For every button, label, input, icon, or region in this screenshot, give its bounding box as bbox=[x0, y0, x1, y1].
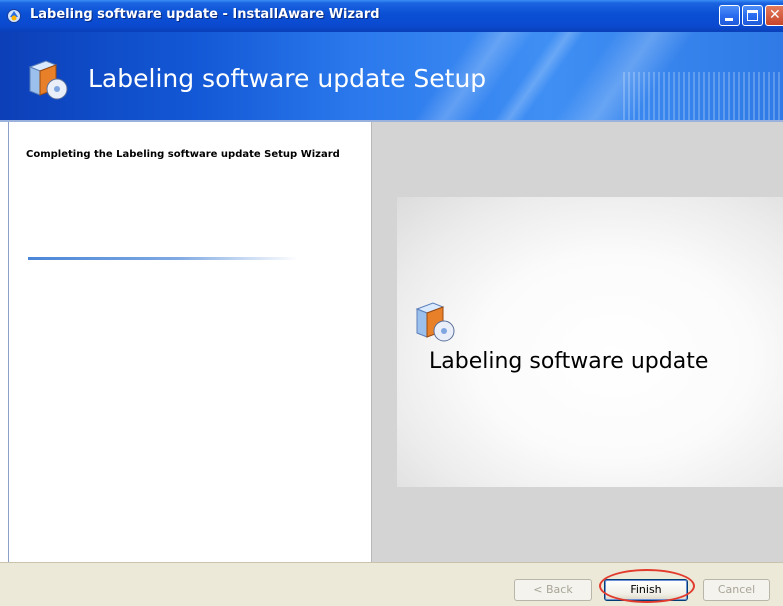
left-panel: Completing the Labeling software update … bbox=[8, 122, 372, 562]
close-button[interactable]: ✕ bbox=[765, 5, 783, 26]
minimize-button[interactable] bbox=[719, 5, 740, 26]
title-bar[interactable]: Labeling software update - InstallAware … bbox=[0, 0, 783, 32]
maximize-icon bbox=[747, 10, 758, 21]
wizard-heading: Completing the Labeling software update … bbox=[26, 149, 340, 160]
installer-box-icon bbox=[415, 302, 455, 342]
right-panel: Labeling software update bbox=[371, 122, 783, 562]
banner-pattern bbox=[623, 72, 783, 120]
heading-divider bbox=[28, 257, 298, 260]
window-title: Labeling software update - InstallAware … bbox=[30, 7, 380, 22]
button-bar: < Back Finish Cancel bbox=[0, 562, 783, 606]
header-banner: Labeling software update Setup bbox=[0, 32, 783, 120]
maximize-button[interactable] bbox=[742, 5, 763, 26]
installer-box-icon bbox=[28, 60, 68, 100]
minimize-icon bbox=[725, 18, 733, 21]
back-button[interactable]: < Back bbox=[514, 579, 592, 601]
banner-title: Labeling software update Setup bbox=[88, 64, 487, 93]
product-card: Labeling software update bbox=[397, 197, 783, 487]
finish-highlight-circle bbox=[599, 569, 695, 603]
installaware-logo-icon bbox=[7, 9, 21, 23]
cancel-button[interactable]: Cancel bbox=[703, 579, 770, 601]
close-icon: ✕ bbox=[769, 7, 781, 23]
product-name: Labeling software update bbox=[429, 349, 709, 374]
